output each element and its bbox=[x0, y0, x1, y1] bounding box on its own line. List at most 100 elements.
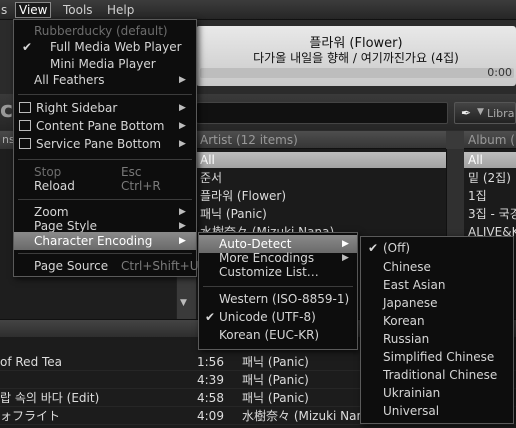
menu-item-label: Page Source bbox=[34, 259, 109, 273]
album-row[interactable]: 1집 bbox=[464, 188, 516, 204]
menu-item-label: Western (ISO-8859-1) bbox=[219, 292, 350, 306]
menu-item-full-media-web-player[interactable]: ✔ Full Media Web Player bbox=[14, 38, 196, 56]
menu-item-page-source[interactable]: Page Source Ctrl+Shift+U bbox=[14, 257, 199, 275]
submenu-arrow-icon: ▶ bbox=[179, 103, 186, 113]
menu-item-label: Russian bbox=[383, 332, 430, 346]
submenu-arrow-icon: ▶ bbox=[179, 121, 186, 131]
menu-item-label: Reload bbox=[34, 179, 75, 193]
menu-item-reload[interactable]: Reload Ctrl+R bbox=[14, 177, 196, 195]
track-title: ォフライト bbox=[0, 409, 61, 423]
menu-item-chinese[interactable]: Chinese bbox=[361, 258, 513, 276]
menu-item-western[interactable]: Western (ISO-8859-1) bbox=[199, 290, 357, 308]
menu-separator bbox=[18, 253, 192, 254]
now-playing-album: 다가올 내일을 향해 / 여기까진가요 (4집) bbox=[253, 51, 459, 65]
menu-item-character-encoding[interactable]: Character Encoding ▶ bbox=[14, 232, 196, 250]
album-column-header[interactable]: Album ( bbox=[464, 131, 516, 149]
submenu-arrow-icon: ▶ bbox=[179, 75, 186, 85]
artist-row[interactable]: 패닉 (Panic) bbox=[196, 206, 446, 222]
menu-file-partial[interactable]: s bbox=[0, 2, 10, 18]
menu-bar: s View Tools Help bbox=[0, 0, 516, 20]
panel-icon bbox=[19, 138, 31, 149]
menu-item-traditional-chinese[interactable]: Traditional Chinese bbox=[361, 366, 513, 384]
menu-item-shortcut: Ctrl+Shift+U bbox=[121, 259, 199, 273]
menu-item-customize-list[interactable]: Customize List… bbox=[199, 263, 357, 281]
artist-column-header[interactable]: Artist (12 items) bbox=[196, 131, 446, 149]
menu-view[interactable]: View bbox=[15, 2, 52, 18]
menu-item-korean-euc-kr[interactable]: Korean (EUC-KR) bbox=[199, 326, 357, 344]
artist-row[interactable]: 준서 bbox=[196, 170, 446, 186]
menu-separator bbox=[18, 94, 192, 95]
track-artist: 패닉 (Panic) bbox=[242, 373, 309, 387]
menu-item-label: Korean bbox=[383, 314, 425, 328]
checkmark-icon: ✔ bbox=[22, 40, 33, 54]
panel-icon bbox=[19, 120, 31, 131]
now-playing-display: 플라워 (Flower) 다가올 내일을 향해 / 여기까진가요 (4집) 0:… bbox=[196, 26, 516, 86]
menu-item-service-pane-bottom[interactable]: Service Pane Bottom ▶ bbox=[14, 135, 196, 153]
menu-item-label: Chinese bbox=[383, 260, 431, 274]
menu-item-label: Traditional Chinese bbox=[383, 368, 498, 382]
menu-item-label: Simplified Chinese bbox=[383, 350, 495, 364]
album-row[interactable]: 3집 - 국경 bbox=[464, 206, 516, 222]
track-artist: 패닉 (Panic) bbox=[242, 391, 309, 405]
menu-item-label: Customize List… bbox=[219, 265, 319, 279]
checkmark-icon: ✔ bbox=[368, 241, 379, 255]
menu-item-label: Service Pane Bottom bbox=[36, 137, 162, 151]
menu-separator bbox=[18, 199, 192, 200]
character-encoding-submenu: Auto-Detect ▶ More Encodings ▶ Customize… bbox=[198, 232, 358, 350]
now-playing-time: 0:00 bbox=[487, 66, 512, 79]
submenu-arrow-icon: ▶ bbox=[179, 236, 186, 246]
track-duration: 4:39 bbox=[197, 373, 224, 387]
track-artist: 패닉 (Panic) bbox=[242, 355, 309, 369]
menu-item-russian[interactable]: Russian bbox=[361, 330, 513, 348]
feather-icon: ✒ bbox=[461, 106, 472, 120]
submenu-arrow-icon: ▶ bbox=[179, 139, 186, 149]
menu-item-right-sidebar[interactable]: Right Sidebar ▶ bbox=[14, 99, 196, 117]
menu-item-label: Ukrainian bbox=[383, 386, 441, 400]
artist-row[interactable]: 플라워 (Flower) bbox=[196, 188, 446, 204]
column-picker-icon[interactable] bbox=[446, 131, 464, 149]
album-row-all[interactable]: All bbox=[464, 152, 516, 168]
view-menu: Rubberducky (default) ✔ Full Media Web P… bbox=[13, 19, 199, 277]
menu-item-label: Content Pane Bottom bbox=[36, 119, 165, 133]
track-artist: 水樹奈々 (Mizuki Nan bbox=[242, 409, 365, 423]
menu-item-east-asian[interactable]: East Asian bbox=[361, 276, 513, 294]
menu-separator bbox=[203, 286, 353, 287]
artist-row-all[interactable]: All bbox=[196, 152, 446, 168]
menu-item-simplified-chinese[interactable]: Simplified Chinese bbox=[361, 348, 513, 366]
menu-item-label: Right Sidebar bbox=[36, 101, 118, 115]
menu-item-label: (Off) bbox=[383, 241, 411, 255]
checkmark-icon: ✔ bbox=[205, 310, 216, 324]
library-button[interactable]: ✒ ▼ Libra bbox=[454, 102, 516, 124]
menu-item-label: East Asian bbox=[383, 278, 446, 292]
menu-item-korean[interactable]: Korean bbox=[361, 312, 513, 330]
menu-item-label: Universal bbox=[383, 404, 440, 418]
track-duration: 1:56 bbox=[197, 355, 224, 369]
menu-item-label: Unicode (UTF-8) bbox=[219, 310, 316, 324]
menu-item-japanese[interactable]: Japanese bbox=[361, 294, 513, 312]
auto-detect-submenu: ✔ (Off) Chinese East Asian Japanese Kore… bbox=[360, 236, 514, 424]
track-duration: 4:09 bbox=[197, 409, 224, 423]
menu-tools[interactable]: Tools bbox=[60, 2, 96, 18]
album-row[interactable]: 밑 (2집) bbox=[464, 170, 516, 186]
menu-help[interactable]: Help bbox=[104, 2, 137, 18]
menu-item-off[interactable]: ✔ (Off) bbox=[361, 239, 513, 257]
menu-item-label: All Feathers bbox=[34, 73, 105, 87]
chevron-down-icon: ▼ bbox=[477, 107, 484, 117]
track-title: of Red Tea bbox=[0, 355, 63, 369]
menu-item-label: Korean (EUC-KR) bbox=[219, 328, 320, 342]
search-input[interactable] bbox=[196, 102, 448, 124]
menu-item-content-pane-bottom[interactable]: Content Pane Bottom ▶ bbox=[14, 117, 196, 135]
menu-item-all-feathers[interactable]: All Feathers ▶ bbox=[14, 71, 196, 89]
menu-item-ukrainian[interactable]: Ukrainian bbox=[361, 384, 513, 402]
scroll-down-icon[interactable]: ▼ bbox=[180, 298, 187, 308]
menu-item-label: Character Encoding bbox=[34, 234, 153, 248]
menu-item-universal[interactable]: Universal bbox=[361, 402, 513, 420]
track-duration: 4:58 bbox=[197, 391, 224, 405]
logo-fragment: c bbox=[0, 98, 14, 123]
menu-item-shortcut: Ctrl+R bbox=[121, 179, 161, 193]
panel-icon bbox=[19, 102, 31, 113]
menu-item-unicode-utf8[interactable]: ✔ Unicode (UTF-8) bbox=[199, 308, 357, 326]
seek-bar[interactable] bbox=[200, 68, 514, 78]
track-title: 랍 속의 바다 (Edit) bbox=[0, 391, 100, 405]
menu-separator bbox=[18, 159, 192, 160]
